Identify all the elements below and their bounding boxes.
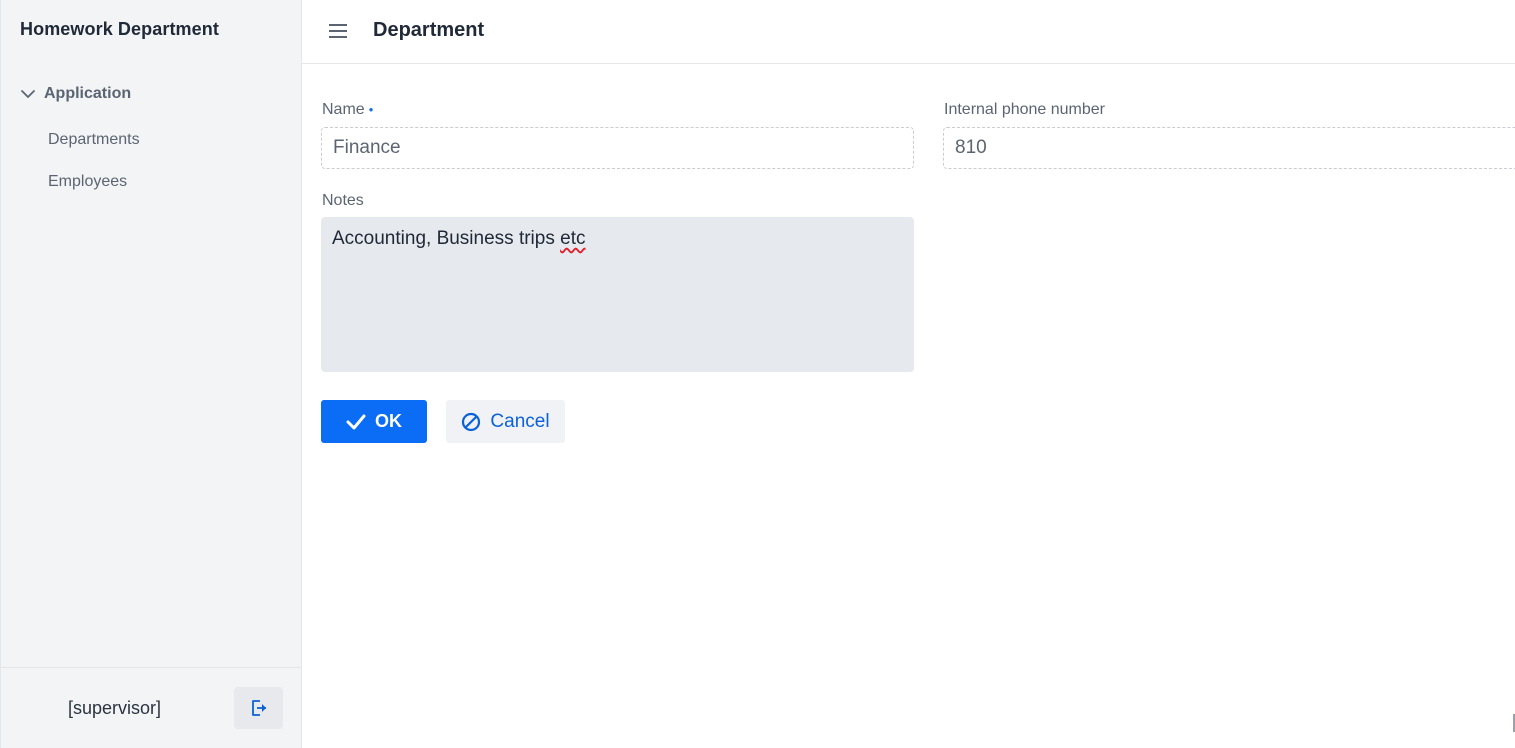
name-label: Name •: [322, 101, 373, 119]
name-field[interactable]: [321, 127, 914, 169]
app-title: Homework Department: [20, 19, 219, 39]
sidebar: Homework Department Application Departme…: [0, 0, 302, 748]
notes-text: Accounting, Business trips: [332, 228, 561, 249]
logout-button[interactable]: [234, 687, 283, 729]
cancel-button[interactable]: Cancel: [446, 400, 565, 443]
checkmark-icon: [346, 414, 366, 429]
page-title: Department: [373, 19, 485, 41]
phone-field[interactable]: [943, 127, 1515, 169]
cancel-icon: [462, 412, 481, 431]
app-window: Homework Department Application Departme…: [0, 0, 1515, 748]
sidebar-item-employees[interactable]: Employees: [48, 173, 127, 191]
chevron-down-icon: [21, 90, 35, 98]
notes-text-misspelled: etc: [560, 228, 586, 249]
menu-group-application[interactable]: Application: [20, 83, 131, 105]
menu-group-label: Application: [44, 85, 132, 102]
required-indicator: •: [368, 102, 374, 117]
menu-toggle-button[interactable]: [327, 20, 349, 42]
phone-label: Internal phone number: [944, 101, 1105, 118]
hamburger-icon: [329, 24, 347, 38]
ok-button-label: OK: [375, 411, 402, 431]
notes-label: Notes: [322, 192, 364, 209]
notes-field[interactable]: Accounting, Business trips etc: [321, 217, 914, 372]
cancel-button-label: Cancel: [490, 410, 550, 432]
header: Department: [302, 0, 1515, 64]
sidebar-item-departments[interactable]: Departments: [48, 131, 140, 149]
ok-button[interactable]: OK: [321, 400, 427, 443]
name-label-text: Name: [322, 101, 365, 118]
user-name: [supervisor]: [68, 698, 162, 718]
logout-icon: [251, 700, 266, 716]
sidebar-footer: [supervisor]: [1, 667, 302, 748]
